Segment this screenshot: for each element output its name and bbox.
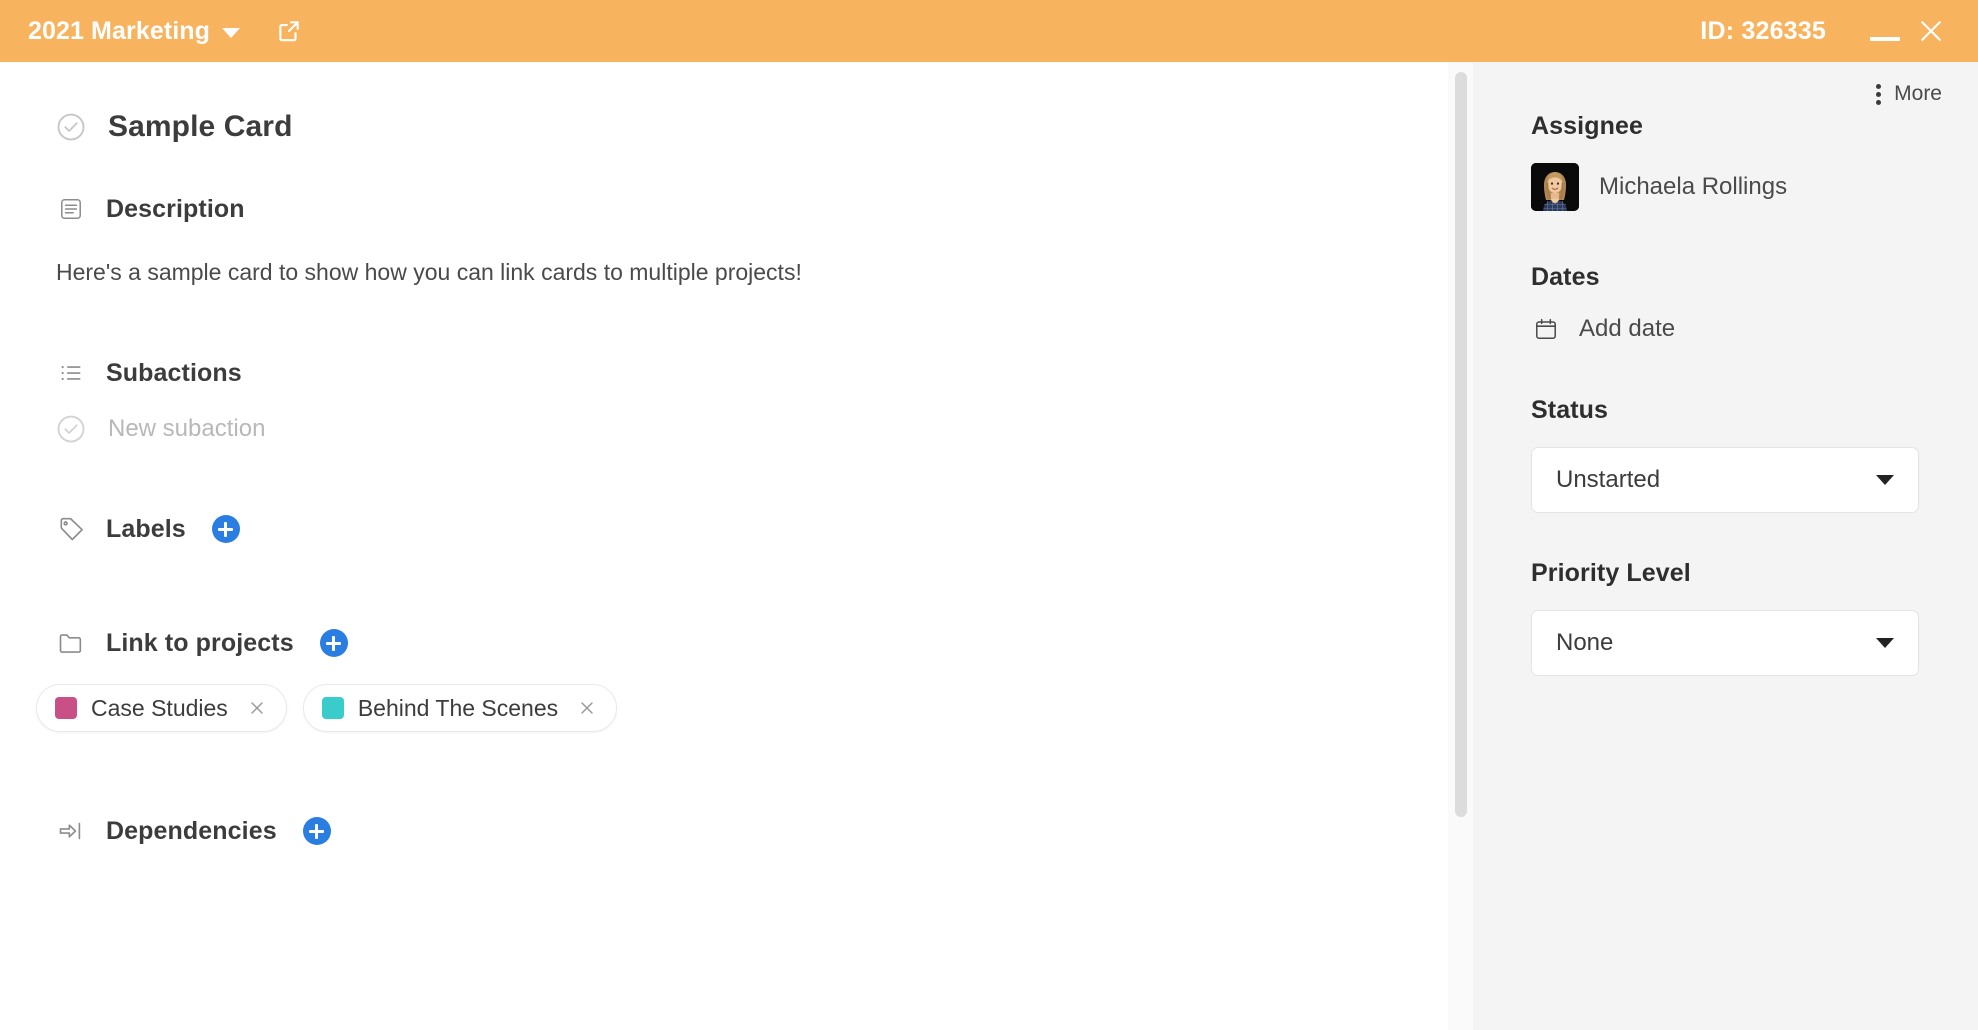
external-link-icon[interactable] <box>276 18 302 44</box>
add-dependency-button[interactable] <box>302 817 331 846</box>
avatar[interactable] <box>1531 163 1579 211</box>
dependencies-heading: Dependencies <box>106 816 277 845</box>
chevron-down-icon <box>1876 638 1894 648</box>
vertical-dots-icon <box>1870 83 1886 105</box>
assignee-block: Assignee Michaela Rollings <box>1531 112 1978 211</box>
add-date-label: Add date <box>1579 315 1676 342</box>
more-menu-button[interactable]: More <box>1473 62 1978 106</box>
subactions-header: Subactions <box>56 358 1448 388</box>
remove-project-chip-button[interactable] <box>576 697 598 719</box>
sidebar-content: Assignee Michaela Rollings Dates Add dat… <box>1473 106 1978 676</box>
description-header: Description <box>56 194 1448 224</box>
add-project-link-button[interactable] <box>319 629 348 658</box>
priority-value: None <box>1556 629 1614 656</box>
project-chip[interactable]: Behind The Scenes <box>302 684 618 733</box>
labels-header: Labels <box>56 514 1448 544</box>
project-chip[interactable]: Case Studies <box>36 684 287 733</box>
card-main-content: Sample Card Description Here's a sample … <box>0 62 1448 846</box>
assignee-heading: Assignee <box>1531 112 1643 140</box>
add-date-button[interactable]: Add date <box>1531 314 1978 344</box>
titlebar-right-group: ID: 326335 <box>1700 8 1954 54</box>
card-title-row: Sample Card <box>0 110 1448 144</box>
close-icon <box>251 702 263 714</box>
window-titlebar: 2021 Marketing ID: 326335 <box>0 0 1978 62</box>
description-heading: Description <box>106 194 245 223</box>
dependencies-header: Dependencies <box>56 816 1448 846</box>
status-heading: Status <box>1531 396 1609 424</box>
project-chip-label: Case Studies <box>91 694 228 721</box>
priority-heading: Priority Level <box>1531 559 1691 587</box>
subactions-heading: Subactions <box>106 358 242 387</box>
folder-icon <box>56 628 86 658</box>
close-icon <box>1921 21 1941 41</box>
description-text[interactable]: Here's a sample card to show how you can… <box>56 256 1448 288</box>
plus-circle-icon <box>309 823 325 839</box>
close-icon <box>581 702 593 714</box>
assignee-row[interactable]: Michaela Rollings <box>1531 163 1978 211</box>
description-section: Description Here's a sample card to show… <box>0 194 1448 288</box>
remove-project-chip-button[interactable] <box>246 697 268 719</box>
link-to-projects-section: Link to projects Case Studies Behind The… <box>0 628 1448 733</box>
add-label-button[interactable] <box>211 515 240 544</box>
calendar-icon <box>1531 314 1561 344</box>
project-chip-label: Behind The Scenes <box>357 694 559 721</box>
link-to-projects-heading: Link to projects <box>106 628 294 657</box>
new-subaction-input[interactable]: New subaction <box>108 415 265 443</box>
project-chips-row: Case Studies Behind The Scenes <box>36 684 1448 733</box>
chevron-down-icon <box>1876 475 1894 485</box>
plus-circle-icon <box>326 635 342 651</box>
status-select[interactable]: Unstarted <box>1531 447 1919 513</box>
close-button[interactable] <box>1908 8 1954 54</box>
card-id-label: ID: 326335 <box>1700 16 1826 45</box>
card-main-pane: Sample Card Description Here's a sample … <box>0 62 1448 1030</box>
status-block: Status Unstarted <box>1531 396 1978 513</box>
circle-check-icon[interactable] <box>56 112 86 142</box>
bullet-list-icon <box>56 358 86 388</box>
window-body: Sample Card Description Here's a sample … <box>0 62 1978 1030</box>
subactions-section: Subactions New subaction <box>0 358 1448 444</box>
labels-section: Labels <box>0 514 1448 544</box>
card-details-sidebar: More Assignee Michaela Rollings Dates Ad… <box>1473 62 1978 1030</box>
chevron-down-icon[interactable] <box>222 27 241 38</box>
document-lines-icon <box>56 194 86 224</box>
tag-icon <box>56 514 86 544</box>
assignee-name: Michaela Rollings <box>1599 173 1788 200</box>
status-value: Unstarted <box>1556 466 1661 493</box>
more-menu-label: More <box>1894 82 1942 105</box>
link-to-projects-header: Link to projects <box>56 628 1448 658</box>
plus-circle-icon <box>218 521 234 537</box>
new-subaction-row[interactable]: New subaction <box>56 414 1448 444</box>
labels-heading: Labels <box>106 514 186 543</box>
priority-block: Priority Level None <box>1531 559 1978 676</box>
titlebar-left-group: 2021 Marketing <box>28 17 302 46</box>
circle-check-icon[interactable] <box>56 414 86 444</box>
dependencies-section: Dependencies <box>0 816 1448 846</box>
dates-heading: Dates <box>1531 263 1600 291</box>
user-avatar-photo <box>1531 163 1579 211</box>
project-color-swatch <box>55 697 77 720</box>
main-pane-scrollbar[interactable] <box>1448 62 1473 1030</box>
card-detail-window: 2021 Marketing ID: 326335 Sample Card De… <box>0 0 1978 1030</box>
page-title[interactable]: Sample Card <box>108 110 293 144</box>
arrow-to-bar-icon <box>56 816 86 846</box>
priority-select[interactable]: None <box>1531 610 1919 676</box>
project-color-swatch <box>321 697 344 720</box>
dates-block: Dates Add date <box>1531 263 1978 344</box>
minimize-icon <box>1870 37 1900 41</box>
board-name-label[interactable]: 2021 Marketing <box>28 17 210 46</box>
scrollbar-thumb[interactable] <box>1455 72 1467 817</box>
minimize-button[interactable] <box>1862 8 1908 54</box>
